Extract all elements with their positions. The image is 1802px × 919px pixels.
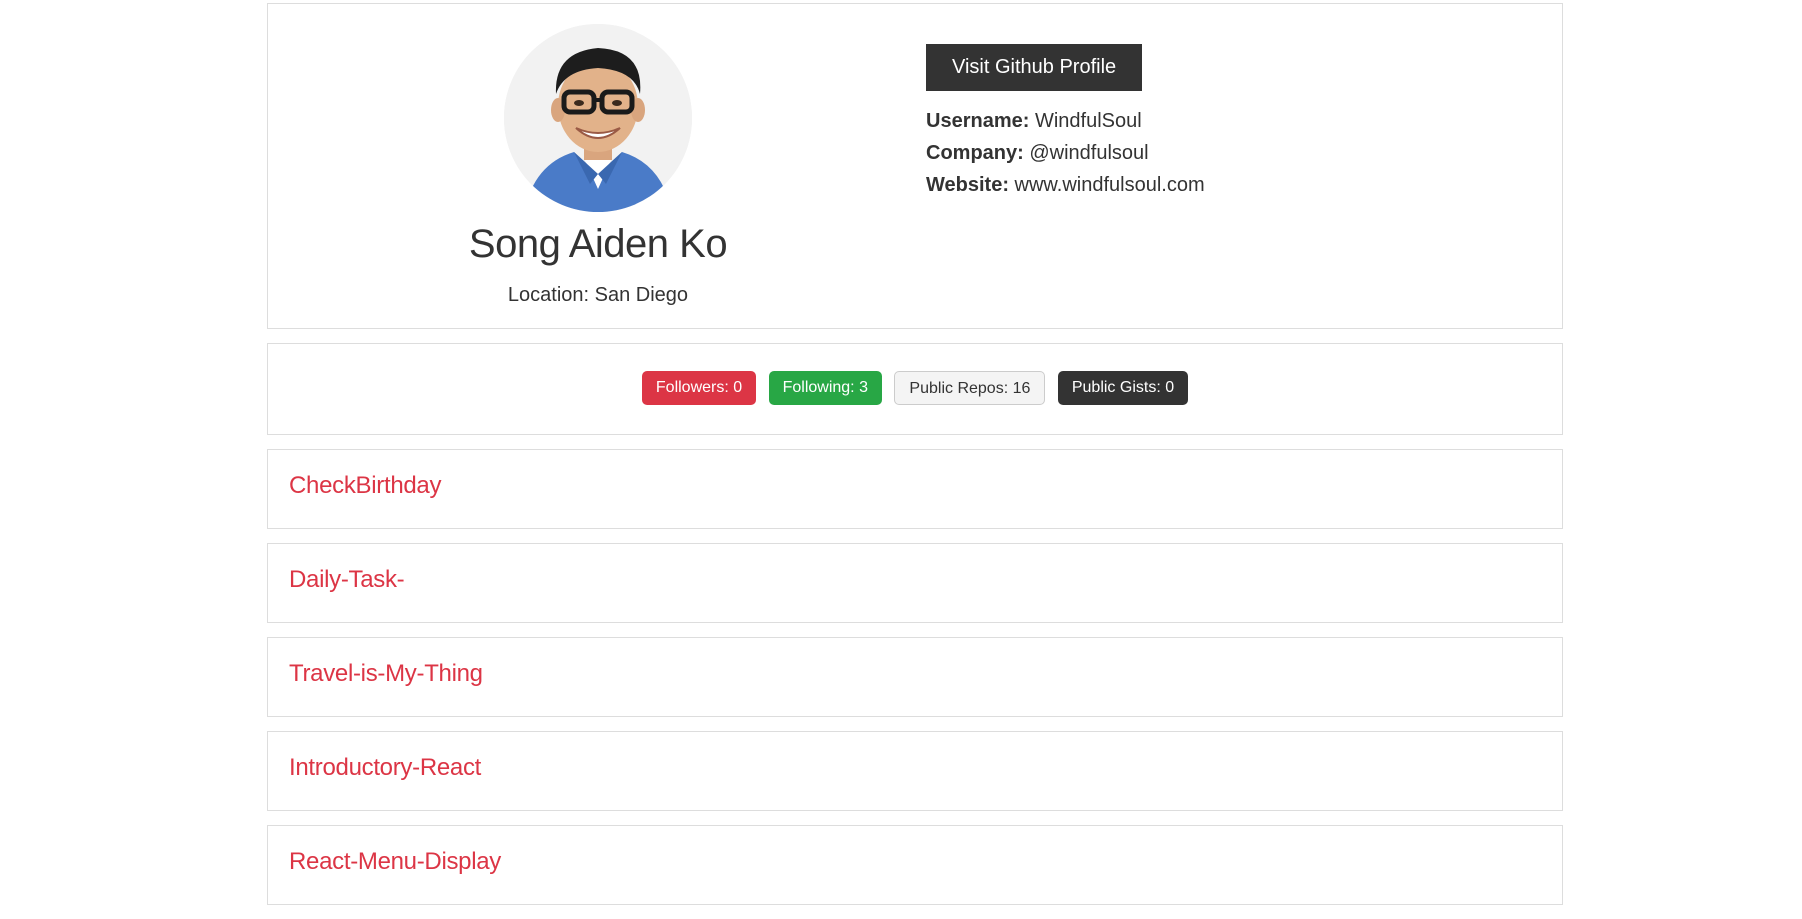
company-value: @windfulsoul — [1029, 142, 1149, 164]
repo-card: React-Menu-Display — [267, 825, 1563, 905]
profile-info-list: Username: WindfulSoul Company: @windfuls… — [926, 105, 1205, 201]
repo-card: Travel-is-My-Thing — [267, 637, 1563, 717]
repo-link[interactable]: CheckBirthday — [289, 472, 441, 500]
repo-card: Introductory-React — [267, 731, 1563, 811]
repo-card: CheckBirthday — [267, 449, 1563, 529]
public-gists-badge: Public Gists: 0 — [1057, 371, 1189, 405]
website-label: Website: — [926, 174, 1009, 196]
avatar-image — [504, 24, 692, 212]
profile-details: Visit Github Profile Username: WindfulSo… — [926, 44, 1205, 201]
public-repos-badge: Public Repos: 16 — [894, 371, 1046, 405]
main-container: Song Aiden Ko Location: San Diego Visit … — [267, 3, 1563, 919]
followers-badge: Followers: 0 — [641, 371, 757, 405]
visit-github-profile-button[interactable]: Visit Github Profile — [926, 44, 1143, 91]
repo-link[interactable]: Introductory-React — [289, 754, 481, 782]
repo-link[interactable]: React-Menu-Display — [289, 848, 501, 876]
company-row: Company: @windfulsoul — [926, 137, 1205, 169]
profile-card: Song Aiden Ko Location: San Diego Visit … — [267, 3, 1563, 329]
profile-name: Song Aiden Ko — [468, 222, 728, 266]
repo-link[interactable]: Travel-is-My-Thing — [289, 660, 483, 688]
website-row: Website: www.windfulsoul.com — [926, 169, 1205, 201]
company-label: Company: — [926, 142, 1024, 164]
profile-location: Location: San Diego — [507, 284, 689, 306]
username-label: Username: — [926, 110, 1030, 132]
repo-link[interactable]: Daily-Task- — [289, 566, 405, 594]
repo-card: Daily-Task- — [267, 543, 1563, 623]
username-row: Username: WindfulSoul — [926, 105, 1205, 137]
username-value: WindfulSoul — [1034, 110, 1142, 132]
avatar — [504, 24, 692, 212]
following-badge: Following: 3 — [768, 371, 882, 405]
stats-card: Followers: 0 Following: 3 Public Repos: … — [267, 343, 1563, 435]
website-value: www.windfulsoul.com — [1014, 174, 1205, 196]
